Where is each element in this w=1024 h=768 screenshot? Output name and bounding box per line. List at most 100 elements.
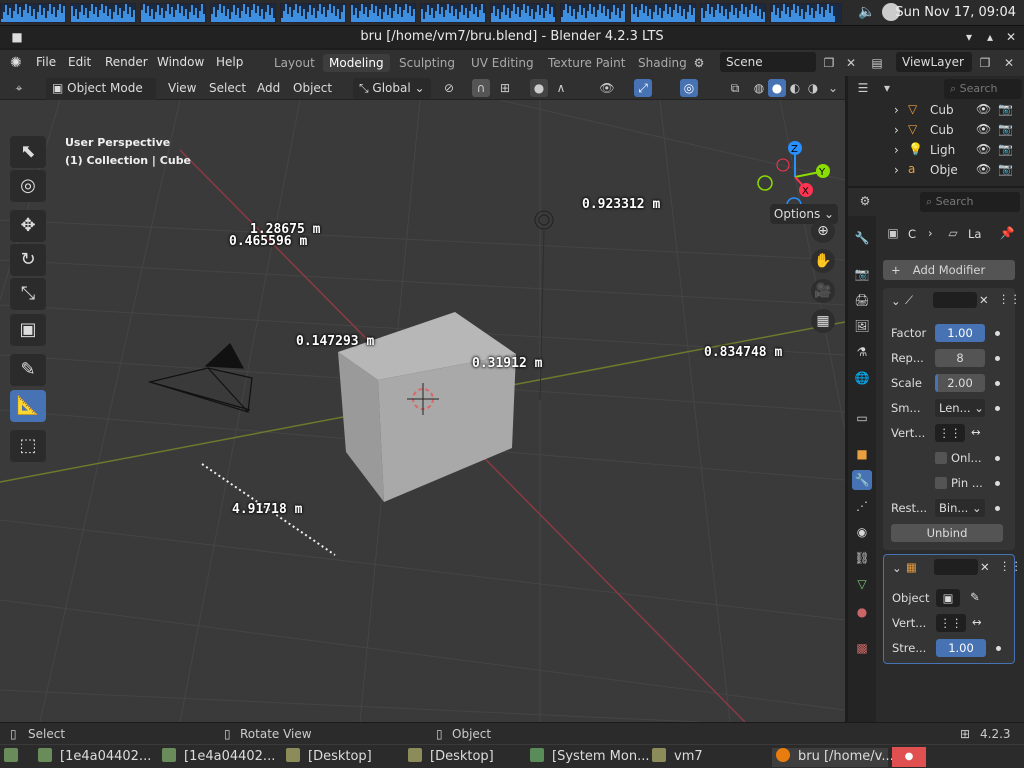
invert-arrows-icon[interactable]: ↔: [972, 615, 982, 629]
clock[interactable]: Sun Nov 17, 09:04: [895, 5, 1016, 20]
navigation-gizmo[interactable]: Z Y X: [757, 141, 830, 213]
solid-shading-icon[interactable]: ●: [768, 79, 786, 97]
transform-tool-icon[interactable]: ▣: [10, 314, 46, 346]
menu-render[interactable]: Render: [105, 55, 148, 69]
outliner-row[interactable]: › ▽ Cub 👁 📷: [848, 120, 1024, 140]
modifier-name-field[interactable]: [933, 292, 977, 308]
remove-scene-icon[interactable]: ✕: [842, 54, 860, 72]
recording-indicator-icon[interactable]: ●: [892, 747, 926, 767]
minimize-icon[interactable]: ▾: [962, 30, 976, 44]
outliner-row[interactable]: › a Obje 👁 📷: [848, 160, 1024, 180]
outliner-row[interactable]: › ▽ Cub 👁 📷: [848, 100, 1024, 120]
scale-tool-icon[interactable]: ⤡: [10, 278, 46, 310]
taskbar-item[interactable]: [Desktop]: [286, 748, 372, 767]
new-scene-icon[interactable]: ❐: [820, 54, 838, 72]
render-tab-icon[interactable]: 📷: [852, 264, 872, 284]
gizmo-icon[interactable]: ⤢: [634, 79, 652, 97]
collapse-icon[interactable]: ⌄: [892, 561, 902, 575]
drag-handle-icon[interactable]: ⋮⋮: [998, 292, 1021, 306]
viewlayer-icon[interactable]: ▤: [868, 54, 886, 72]
pin-icon[interactable]: 📌: [998, 224, 1016, 242]
material-tab-icon[interactable]: ●: [852, 602, 872, 622]
camera-render-icon[interactable]: 📷: [998, 122, 1013, 136]
eye-icon[interactable]: 👁: [976, 102, 991, 116]
taskbar-item[interactable]: [4, 748, 26, 767]
shading-options-icon[interactable]: ⌄: [824, 79, 842, 97]
outliner-search-input[interactable]: ⌕ Search: [944, 79, 1022, 99]
taskbar-item[interactable]: vm7: [652, 748, 703, 767]
only-smooth-checkbox[interactable]: [935, 452, 947, 464]
orientation-dropdown[interactable]: ⤡ Global ⌄: [353, 78, 431, 99]
filter-icon[interactable]: ▾: [878, 79, 896, 97]
factor-field[interactable]: 1.00: [935, 324, 985, 342]
keyframe-dot[interactable]: [995, 506, 1000, 511]
pin-boundary-checkbox[interactable]: [935, 477, 947, 489]
wireframe-shading-icon[interactable]: ◍: [750, 79, 768, 97]
new-viewlayer-icon[interactable]: ❐: [976, 54, 994, 72]
expand-icon[interactable]: ›: [894, 103, 899, 117]
output-tab-icon[interactable]: 🖨: [852, 290, 872, 310]
tab-uv-editing[interactable]: UV Editing: [465, 54, 540, 72]
falloff-icon[interactable]: ∧: [552, 79, 570, 97]
taskbar-item[interactable]: [1e4a04402...: [162, 748, 275, 767]
menu-edit[interactable]: Edit: [68, 55, 91, 69]
texture-tab-icon[interactable]: ▩: [852, 638, 872, 658]
menu-file[interactable]: File: [36, 55, 56, 69]
particles-tab-icon[interactable]: ⋰: [852, 496, 872, 516]
properties-search-input[interactable]: ⌕ Search: [920, 192, 1020, 212]
menu-add[interactable]: Add: [257, 81, 280, 95]
hand-pan-icon[interactable]: ✋: [811, 249, 835, 273]
tab-shading[interactable]: Shading: [632, 54, 693, 72]
material-shading-icon[interactable]: ◐: [786, 79, 804, 97]
close-icon[interactable]: ✕: [1004, 30, 1018, 44]
repeat-field[interactable]: 8: [935, 349, 985, 367]
view-layer-tab-icon[interactable]: 🖼: [852, 316, 872, 336]
eye-icon[interactable]: 👁: [976, 122, 991, 136]
taskbar-item[interactable]: [1e4a04402...: [38, 748, 151, 767]
3d-viewport[interactable]: Z Y X User Perspective (1) Collection | …: [0, 100, 845, 722]
overlay-icon[interactable]: ◎: [680, 79, 698, 97]
snap-target-icon[interactable]: ⊞: [496, 79, 514, 97]
scale-field[interactable]: 2.00: [935, 374, 985, 392]
light-object[interactable]: [534, 210, 554, 401]
taskbar-item[interactable]: [System Mon...: [530, 748, 650, 767]
world-tab-icon[interactable]: 🌐: [852, 368, 872, 388]
menu-select[interactable]: Select: [209, 81, 246, 95]
keyframe-dot[interactable]: [996, 646, 1001, 651]
menu-window[interactable]: Window: [157, 55, 204, 69]
expand-icon[interactable]: ›: [894, 143, 899, 157]
tab-modeling[interactable]: Modeling: [323, 54, 390, 72]
unbind-button[interactable]: Unbind: [891, 524, 1003, 542]
zoom-icon[interactable]: ⊕: [811, 219, 835, 243]
object-field[interactable]: ▣: [936, 589, 960, 607]
remove-modifier-icon[interactable]: ✕: [980, 560, 990, 574]
vertex-group-field[interactable]: ⋮⋮: [935, 424, 965, 442]
strength-field[interactable]: 1.00: [936, 639, 986, 657]
scene-tab-icon[interactable]: ⚗: [852, 342, 872, 362]
eye-icon[interactable]: 👁: [976, 142, 991, 156]
visibility-icon[interactable]: 👁: [598, 79, 616, 97]
object-tab-icon[interactable]: ■: [852, 444, 872, 464]
drag-handle-icon[interactable]: ⋮⋮: [999, 559, 1022, 573]
camera-render-icon[interactable]: 📷: [998, 142, 1013, 156]
proportional-icon[interactable]: ●: [530, 79, 548, 97]
annotate-tool-icon[interactable]: ✎: [10, 354, 46, 386]
measure-tool-icon[interactable]: 📐: [10, 390, 46, 422]
keyframe-dot[interactable]: [995, 481, 1000, 486]
menu-view[interactable]: View: [168, 81, 196, 95]
select-tool-icon[interactable]: ⬉: [10, 136, 46, 168]
menu-object[interactable]: Object: [293, 81, 332, 95]
viewlayer-field[interactable]: ViewLayer: [896, 52, 972, 72]
constraints-tab-icon[interactable]: ⛓: [852, 548, 872, 568]
expand-icon[interactable]: ›: [894, 123, 899, 137]
remove-modifier-icon[interactable]: ✕: [979, 293, 989, 307]
camera-render-icon[interactable]: 📷: [998, 102, 1013, 116]
camera-view-icon[interactable]: 🎥: [811, 279, 835, 303]
modifier-name-field[interactable]: [934, 559, 978, 575]
keyframe-dot[interactable]: [995, 331, 1000, 336]
blender-logo-icon[interactable]: ✺: [10, 55, 22, 71]
camera-object[interactable]: [147, 343, 253, 413]
scene-field[interactable]: Scene: [720, 52, 816, 72]
scene-icon[interactable]: ⚙: [690, 54, 708, 72]
maximize-icon[interactable]: ▴: [983, 30, 997, 44]
